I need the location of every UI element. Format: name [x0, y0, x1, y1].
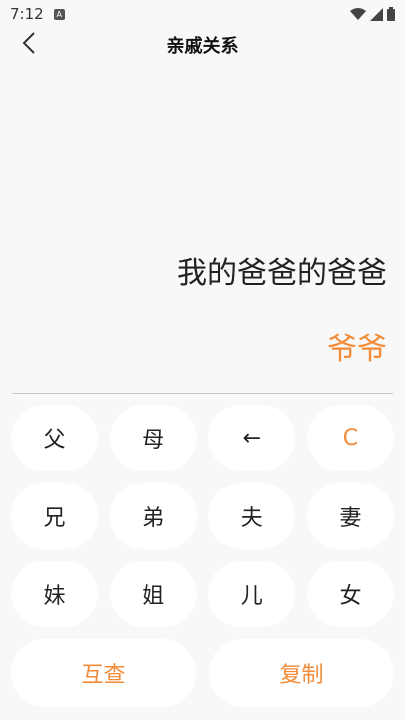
chevron-left-icon: [22, 31, 36, 59]
key-father[interactable]: 父: [11, 405, 98, 471]
key-younger-sister[interactable]: 妹: [11, 561, 98, 627]
key-label: 儿: [240, 584, 263, 609]
relation-expression: 我的爸爸的爸爸: [177, 256, 387, 291]
key-label: 姐: [142, 584, 165, 609]
wifi-icon: [350, 7, 366, 21]
key-label: 兄: [43, 506, 66, 531]
status-icons: [350, 7, 395, 21]
key-row: 兄 弟 夫 妻: [11, 483, 394, 549]
key-label: 互查: [81, 663, 126, 688]
key-row: 妹 姐 儿 女: [11, 561, 394, 627]
copy-button[interactable]: 复制: [209, 639, 394, 707]
app-notification-icon: A: [53, 8, 65, 20]
page-title: 亲戚关系: [166, 36, 239, 57]
key-backspace[interactable]: ←: [208, 405, 296, 471]
key-son[interactable]: 儿: [208, 561, 296, 627]
app-bar: 亲戚关系: [0, 28, 405, 62]
divider: [12, 393, 393, 394]
key-clear[interactable]: C: [306, 405, 394, 471]
keypad: 父 母 ← C 兄 弟 夫 妻 妹 姐 儿 女 互查 复制: [11, 405, 394, 719]
key-label: 妻: [339, 506, 362, 531]
key-row: 父 母 ← C: [11, 405, 394, 471]
backspace-arrow-icon: ←: [242, 425, 262, 451]
key-label: 妹: [43, 584, 66, 609]
key-label: 父: [43, 428, 66, 453]
key-row: 互查 复制: [11, 639, 394, 707]
key-label: C: [342, 425, 359, 451]
back-button[interactable]: [14, 30, 44, 60]
key-elder-sister[interactable]: 姐: [109, 561, 197, 627]
key-label: 夫: [240, 506, 263, 531]
key-label: 女: [339, 584, 362, 609]
mutual-lookup-button[interactable]: 互查: [11, 639, 196, 707]
key-wife[interactable]: 妻: [306, 483, 394, 549]
key-daughter[interactable]: 女: [306, 561, 394, 627]
signal-icon: [370, 7, 383, 21]
relation-result: 爷爷: [327, 332, 387, 367]
key-husband[interactable]: 夫: [208, 483, 296, 549]
status-bar: 7:12 A: [0, 0, 405, 28]
key-label: 母: [142, 428, 165, 453]
key-label: 弟: [142, 506, 165, 531]
key-younger-brother[interactable]: 弟: [109, 483, 197, 549]
battery-icon: [387, 7, 395, 21]
key-label: 复制: [279, 663, 324, 688]
key-elder-brother[interactable]: 兄: [11, 483, 98, 549]
status-time: 7:12: [10, 5, 44, 23]
key-mother[interactable]: 母: [109, 405, 197, 471]
